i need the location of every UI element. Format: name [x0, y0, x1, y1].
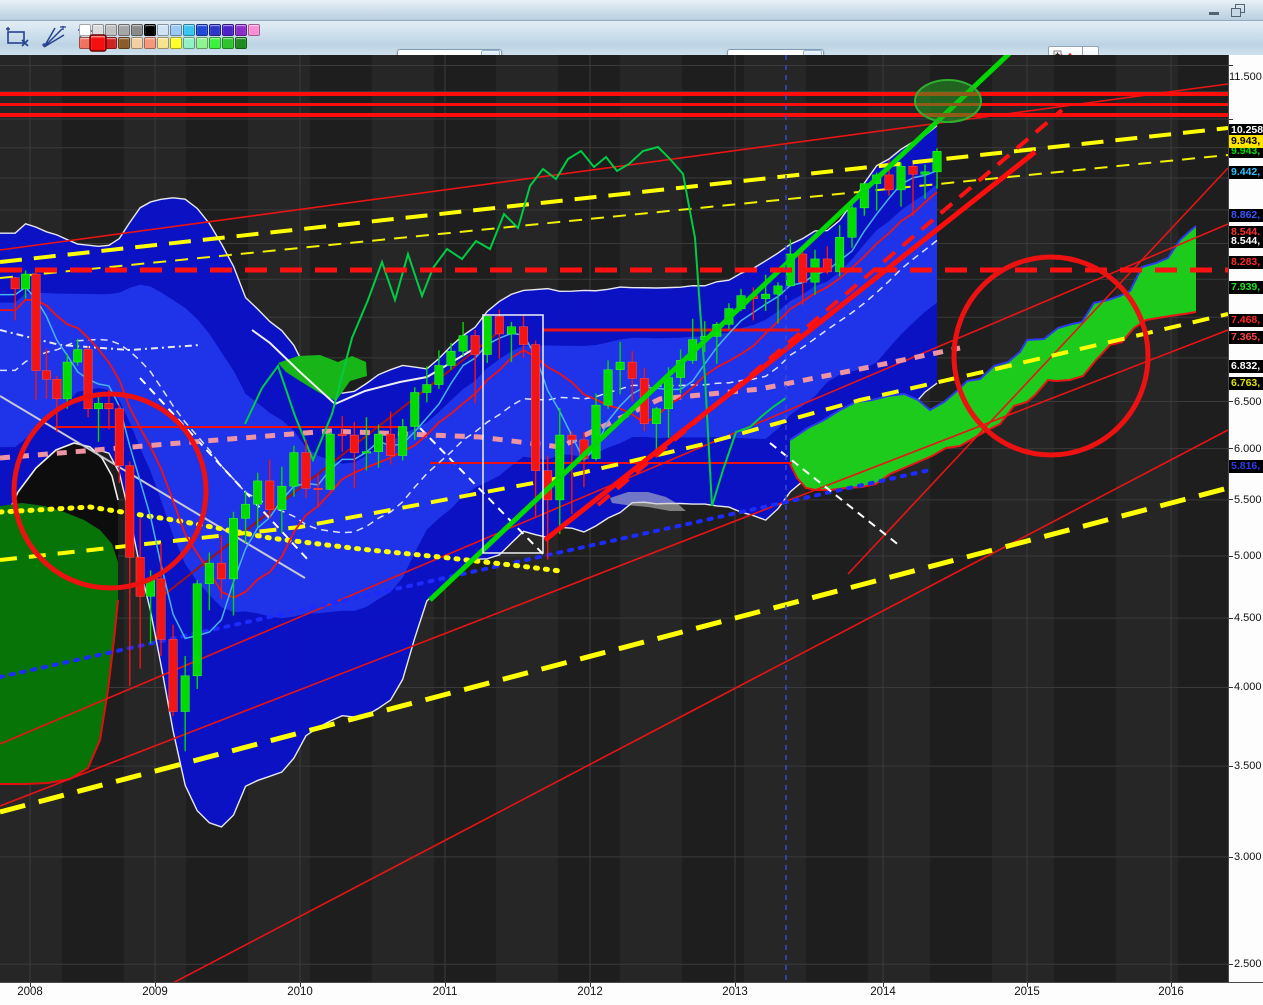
year-label: 2009 — [133, 986, 177, 998]
indicator-price-label: 8.544, — [1229, 235, 1263, 248]
indicator-price-label: 8.862, — [1229, 209, 1263, 222]
price-tick-label: 4.500 — [1229, 612, 1263, 624]
color-swatch[interactable] — [222, 37, 234, 49]
color-swatch[interactable] — [105, 24, 117, 36]
price-tick-label: 5.000 — [1229, 550, 1263, 562]
color-swatch[interactable] — [170, 24, 182, 36]
color-palette — [79, 24, 260, 50]
price-tick-label: 6.500 — [1229, 396, 1263, 408]
price-axis[interactable]: 11.50010.5006.5006.0005.5005.0004.5004.0… — [1228, 55, 1263, 982]
color-swatch[interactable] — [183, 24, 195, 36]
color-swatch[interactable] — [235, 24, 247, 36]
indicator-price-label: 6.832, — [1229, 360, 1263, 373]
color-swatch[interactable] — [131, 24, 143, 36]
color-swatch[interactable] — [105, 37, 117, 49]
indicator-price-label: 8.283, — [1229, 256, 1263, 269]
color-swatch[interactable] — [248, 24, 260, 36]
color-swatch[interactable] — [209, 37, 221, 49]
color-swatch[interactable] — [157, 24, 169, 36]
color-swatch[interactable] — [196, 24, 208, 36]
price-tick-label: 2.500 — [1229, 958, 1263, 970]
price-tick-label: 5.500 — [1229, 494, 1263, 506]
color-swatch[interactable] — [144, 37, 156, 49]
color-swatch[interactable] — [235, 37, 247, 49]
minimize-icon[interactable] — [1207, 4, 1223, 16]
price-tick-label: 3.000 — [1229, 851, 1263, 863]
indicator-price-label: 6.763, — [1229, 377, 1263, 390]
rectangle-tool-icon[interactable] — [4, 24, 32, 51]
color-swatch[interactable] — [183, 37, 195, 49]
color-swatch[interactable] — [157, 37, 169, 49]
year-label: 2015 — [1005, 986, 1049, 998]
indicator-price-label: 9.943, — [1229, 135, 1263, 148]
window-titlebar — [0, 0, 1263, 21]
color-swatch[interactable] — [118, 37, 130, 49]
candlestick-chart[interactable] — [0, 55, 1228, 982]
price-tick-label: 6.000 — [1229, 443, 1263, 455]
price-tick-label: 3.500 — [1229, 760, 1263, 772]
indicator-price-label: 7.365, — [1229, 331, 1263, 344]
restore-window-icon[interactable] — [1229, 4, 1245, 16]
indicator-price-label: 7.939, — [1229, 281, 1263, 294]
color-swatch[interactable] — [196, 37, 208, 49]
year-label: 2012 — [568, 986, 612, 998]
chart-plot-area[interactable] — [0, 55, 1228, 982]
color-swatch[interactable] — [170, 37, 182, 49]
year-label: 2014 — [861, 986, 905, 998]
color-swatch[interactable] — [144, 24, 156, 36]
color-swatch[interactable] — [89, 34, 106, 51]
color-swatch[interactable] — [209, 24, 221, 36]
indicator-price-label: 5.816, — [1229, 460, 1263, 473]
drawing-toolbar: 200 Einheiten ▼ Monatlich ▼ ▼ — [0, 21, 1263, 56]
indicator-price-label: 9.442, — [1229, 166, 1263, 179]
time-axis[interactable]: 2008 2009 2010 2011 2012 2013 2014 2015 2016 — [0, 982, 1263, 1005]
indicator-price-label: 7.468, — [1229, 314, 1263, 327]
color-swatch[interactable] — [131, 37, 143, 49]
price-tick-label: 11.500 — [1229, 59, 1263, 83]
price-tick-label: 4.000 — [1229, 681, 1263, 693]
year-label: 2016 — [1149, 986, 1193, 998]
year-label: 2010 — [278, 986, 322, 998]
year-label: 2008 — [8, 986, 52, 998]
year-label: 2011 — [423, 986, 467, 998]
color-swatch[interactable] — [118, 24, 130, 36]
color-swatch[interactable] — [222, 24, 234, 36]
year-label: 2013 — [713, 986, 757, 998]
trend-fan-tool-icon[interactable] — [40, 24, 68, 51]
